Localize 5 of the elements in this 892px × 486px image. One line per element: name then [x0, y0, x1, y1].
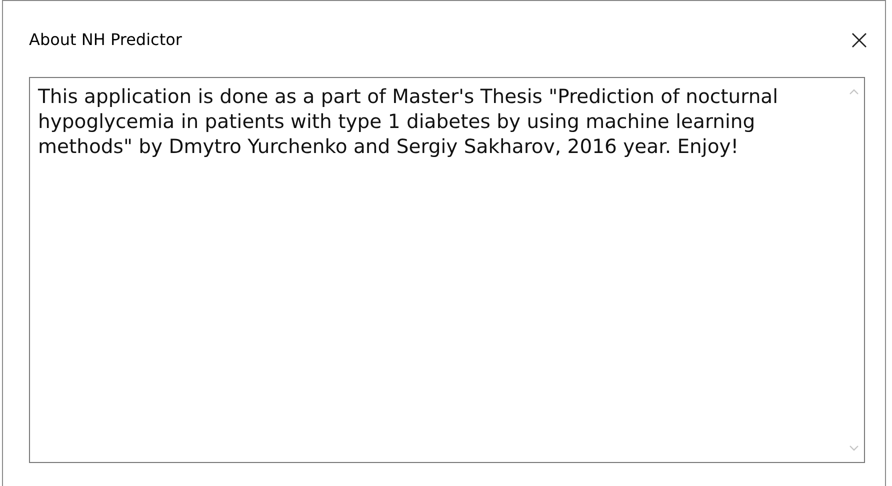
text-area[interactable]: This application is done as a part of Master's Thesis "Prediction of nocturnal hypoglycemia in patients with type 1 diabetes by using machine learning methods" by Dmytro Yurchenko and Sergiy Sakharov, 2016 year. Enjoy!: [29, 77, 865, 463]
window-title: About NH Predictor: [29, 30, 182, 48]
scroll-down-icon[interactable]: [849, 445, 859, 452]
close-button[interactable]: ×: [844, 22, 875, 56]
scroll-up-icon[interactable]: [849, 88, 859, 95]
